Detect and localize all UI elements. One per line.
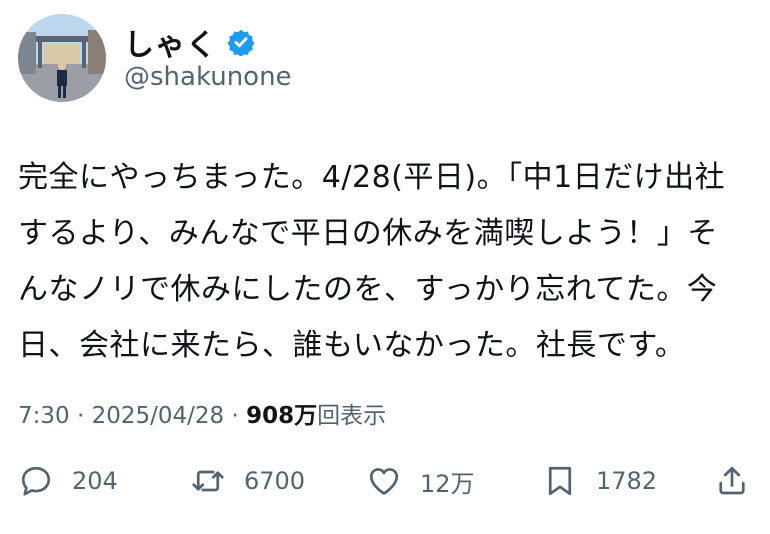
tweet-text: 完全にやっちまった。4/28(平日)。「中1日だけ出社 するより、みんなで平日の…: [18, 160, 726, 363]
verified-badge-icon[interactable]: [227, 28, 255, 56]
views-count[interactable]: 908万: [246, 403, 317, 429]
like-button[interactable]: 12万: [366, 458, 475, 504]
retweet-count: 6700: [244, 467, 306, 495]
reply-button[interactable]: 204: [18, 458, 118, 504]
reply-count: 204: [72, 467, 118, 495]
author-name-row: しゃく: [124, 20, 255, 64]
share-button[interactable]: [714, 458, 750, 504]
display-name[interactable]: しゃく: [124, 20, 217, 64]
meta-separator: ·: [231, 403, 239, 429]
tweet-meta: 7:30 · 2025/04/28 · 908万回表示: [18, 396, 386, 430]
avatar[interactable]: [18, 14, 106, 102]
like-count: 12万: [420, 469, 475, 498]
meta-separator: ·: [76, 403, 85, 429]
bookmark-icon: [548, 466, 572, 496]
heart-icon: [369, 468, 399, 495]
tweet-date[interactable]: 2025/04/28: [92, 403, 225, 429]
user-handle[interactable]: @shakunone: [124, 62, 292, 92]
action-bar: 204 6700 12万 1782: [18, 458, 754, 504]
retweet-button[interactable]: 6700: [190, 458, 305, 504]
share-icon: [719, 466, 745, 495]
reply-icon: [21, 466, 51, 496]
tweet-time[interactable]: 7:30: [18, 403, 70, 429]
bookmark-button[interactable]: 1782: [542, 458, 657, 504]
views-label: 回表示: [317, 403, 387, 429]
bookmark-count: 1782: [596, 467, 658, 495]
avatar-photo: [18, 14, 106, 102]
retweet-icon: [192, 470, 224, 492]
